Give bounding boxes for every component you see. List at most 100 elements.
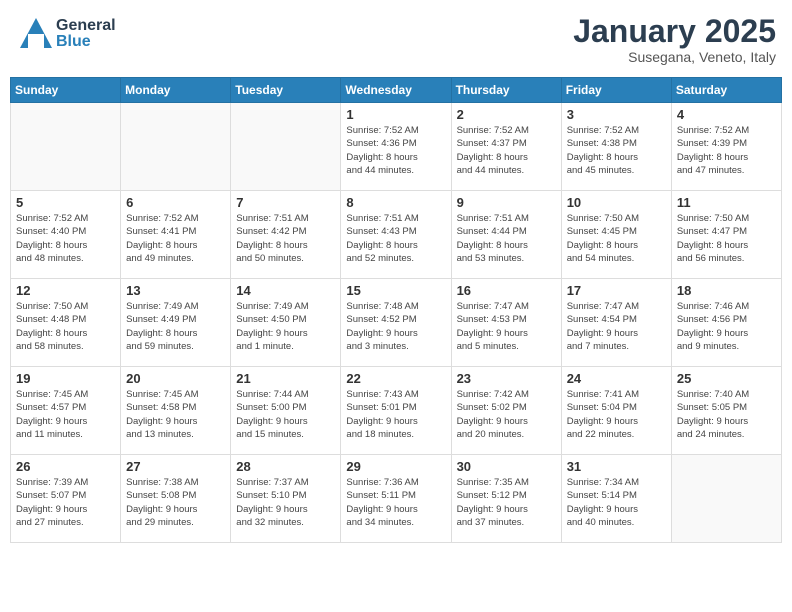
calendar-cell bbox=[231, 103, 341, 191]
day-number: 22 bbox=[346, 371, 445, 386]
calendar-cell: 21 Sunrise: 7:44 AM Sunset: 5:00 PM Dayli… bbox=[231, 367, 341, 455]
calendar-cell: 24Sunrise: 7:41 AM Sunset: 5:04 PM Dayli… bbox=[561, 367, 671, 455]
calendar-cell: 4 Sunrise: 7:52 AM Sunset: 4:39 PM Daylig… bbox=[671, 103, 781, 191]
calendar-cell: 11 Sunrise: 7:50 AM Sunset: 4:47 PM Dayli… bbox=[671, 191, 781, 279]
day-info: Sunrise: 7:51 AM Sunset: 4:44 PM Dayligh… bbox=[457, 212, 556, 265]
day-info: Sunrise: 7:42 AM Sunset: 5:02 PM Dayligh… bbox=[457, 388, 556, 441]
day-number: 17 bbox=[567, 283, 666, 298]
calendar-cell: 17 Sunrise: 7:47 AM Sunset: 4:54 PM Dayli… bbox=[561, 279, 671, 367]
weekday-header-monday: Monday bbox=[121, 78, 231, 103]
day-number: 6 bbox=[126, 195, 225, 210]
day-info: Sunrise: 7:51 AM Sunset: 4:43 PM Dayligh… bbox=[346, 212, 445, 265]
weekday-header-saturday: Saturday bbox=[671, 78, 781, 103]
calendar-cell: 3 Sunrise: 7:52 AM Sunset: 4:38 PM Daylig… bbox=[561, 103, 671, 191]
day-number: 3 bbox=[567, 107, 666, 122]
day-info: Sunrise: 7:45 AM Sunset: 4:58 PM Dayligh… bbox=[126, 388, 225, 441]
day-info: Sunrise: 7:51 AM Sunset: 4:42 PM Dayligh… bbox=[236, 212, 335, 265]
logo-general: General bbox=[56, 18, 116, 34]
weekday-header-tuesday: Tuesday bbox=[231, 78, 341, 103]
day-info: Sunrise: 7:40 AM Sunset: 5:05 PM Dayligh… bbox=[677, 388, 776, 441]
day-info: Sunrise: 7:47 AM Sunset: 4:54 PM Dayligh… bbox=[567, 300, 666, 353]
day-info: Sunrise: 7:48 AM Sunset: 4:52 PM Dayligh… bbox=[346, 300, 445, 353]
calendar-cell: 8Sunrise: 7:51 AM Sunset: 4:43 PM Daylig… bbox=[341, 191, 451, 279]
location: Susegana, Veneto, Italy bbox=[573, 49, 776, 65]
day-number: 4 bbox=[677, 107, 776, 122]
day-number: 7 bbox=[236, 195, 335, 210]
week-row-1: 1 Sunrise: 7:52 AM Sunset: 4:36 PM Daylig… bbox=[11, 103, 782, 191]
day-number: 15 bbox=[346, 283, 445, 298]
weekday-header-row: SundayMondayTuesdayWednesdayThursdayFrid… bbox=[11, 78, 782, 103]
day-number: 24 bbox=[567, 371, 666, 386]
calendar-cell: 12 Sunrise: 7:50 AM Sunset: 4:48 PM Dayli… bbox=[11, 279, 121, 367]
logo-text: General Blue bbox=[56, 18, 116, 50]
calendar-cell: 22 Sunrise: 7:43 AM Sunset: 5:01 PM Dayli… bbox=[341, 367, 451, 455]
day-info: Sunrise: 7:37 AM Sunset: 5:10 PM Dayligh… bbox=[236, 476, 335, 529]
day-info: Sunrise: 7:45 AM Sunset: 4:57 PM Dayligh… bbox=[16, 388, 115, 441]
day-info: Sunrise: 7:35 AM Sunset: 5:12 PM Dayligh… bbox=[457, 476, 556, 529]
day-number: 11 bbox=[677, 195, 776, 210]
day-info: Sunrise: 7:44 AM Sunset: 5:00 PM Dayligh… bbox=[236, 388, 335, 441]
calendar-cell: 2Sunrise: 7:52 AM Sunset: 4:37 PM Daylig… bbox=[451, 103, 561, 191]
logo: General Blue bbox=[16, 14, 116, 54]
page-header: General Blue January 2025 Susegana, Vene… bbox=[10, 10, 782, 69]
calendar-cell: 23 Sunrise: 7:42 AM Sunset: 5:02 PM Dayli… bbox=[451, 367, 561, 455]
calendar-cell: 28 Sunrise: 7:37 AM Sunset: 5:10 PM Dayli… bbox=[231, 455, 341, 543]
day-number: 20 bbox=[126, 371, 225, 386]
weekday-header-thursday: Thursday bbox=[451, 78, 561, 103]
calendar-table: SundayMondayTuesdayWednesdayThursdayFrid… bbox=[10, 77, 782, 543]
day-number: 25 bbox=[677, 371, 776, 386]
day-number: 31 bbox=[567, 459, 666, 474]
calendar-cell: 26 Sunrise: 7:39 AM Sunset: 5:07 PM Dayli… bbox=[11, 455, 121, 543]
calendar-cell: 1 Sunrise: 7:52 AM Sunset: 4:36 PM Daylig… bbox=[341, 103, 451, 191]
day-number: 9 bbox=[457, 195, 556, 210]
day-info: Sunrise: 7:36 AM Sunset: 5:11 PM Dayligh… bbox=[346, 476, 445, 529]
calendar-cell: 7 Sunrise: 7:51 AM Sunset: 4:42 PM Daylig… bbox=[231, 191, 341, 279]
day-info: Sunrise: 7:39 AM Sunset: 5:07 PM Dayligh… bbox=[16, 476, 115, 529]
day-info: Sunrise: 7:52 AM Sunset: 4:41 PM Dayligh… bbox=[126, 212, 225, 265]
calendar-cell: 18 Sunrise: 7:46 AM Sunset: 4:56 PM Dayli… bbox=[671, 279, 781, 367]
calendar-cell: 5Sunrise: 7:52 AM Sunset: 4:40 PM Daylig… bbox=[11, 191, 121, 279]
week-row-3: 12 Sunrise: 7:50 AM Sunset: 4:48 PM Dayli… bbox=[11, 279, 782, 367]
day-info: Sunrise: 7:49 AM Sunset: 4:50 PM Dayligh… bbox=[236, 300, 335, 353]
day-number: 19 bbox=[16, 371, 115, 386]
day-number: 21 bbox=[236, 371, 335, 386]
title-area: January 2025 Susegana, Veneto, Italy bbox=[573, 14, 776, 65]
calendar-cell bbox=[11, 103, 121, 191]
day-info: Sunrise: 7:52 AM Sunset: 4:40 PM Dayligh… bbox=[16, 212, 115, 265]
calendar-cell: 30Sunrise: 7:35 AM Sunset: 5:12 PM Dayli… bbox=[451, 455, 561, 543]
day-info: Sunrise: 7:46 AM Sunset: 4:56 PM Dayligh… bbox=[677, 300, 776, 353]
logo-icon bbox=[16, 14, 56, 54]
day-info: Sunrise: 7:52 AM Sunset: 4:36 PM Dayligh… bbox=[346, 124, 445, 177]
calendar-cell: 19 Sunrise: 7:45 AM Sunset: 4:57 PM Dayli… bbox=[11, 367, 121, 455]
calendar-cell bbox=[121, 103, 231, 191]
day-info: Sunrise: 7:50 AM Sunset: 4:47 PM Dayligh… bbox=[677, 212, 776, 265]
day-info: Sunrise: 7:43 AM Sunset: 5:01 PM Dayligh… bbox=[346, 388, 445, 441]
calendar-cell: 16Sunrise: 7:47 AM Sunset: 4:53 PM Dayli… bbox=[451, 279, 561, 367]
day-number: 10 bbox=[567, 195, 666, 210]
day-info: Sunrise: 7:52 AM Sunset: 4:38 PM Dayligh… bbox=[567, 124, 666, 177]
day-number: 23 bbox=[457, 371, 556, 386]
calendar-cell: 13Sunrise: 7:49 AM Sunset: 4:49 PM Dayli… bbox=[121, 279, 231, 367]
calendar-cell bbox=[671, 455, 781, 543]
day-number: 18 bbox=[677, 283, 776, 298]
day-info: Sunrise: 7:52 AM Sunset: 4:39 PM Dayligh… bbox=[677, 124, 776, 177]
calendar-cell: 27Sunrise: 7:38 AM Sunset: 5:08 PM Dayli… bbox=[121, 455, 231, 543]
day-info: Sunrise: 7:50 AM Sunset: 4:48 PM Dayligh… bbox=[16, 300, 115, 353]
day-info: Sunrise: 7:34 AM Sunset: 5:14 PM Dayligh… bbox=[567, 476, 666, 529]
week-row-2: 5Sunrise: 7:52 AM Sunset: 4:40 PM Daylig… bbox=[11, 191, 782, 279]
calendar-cell: 20 Sunrise: 7:45 AM Sunset: 4:58 PM Dayli… bbox=[121, 367, 231, 455]
day-number: 1 bbox=[346, 107, 445, 122]
week-row-4: 19 Sunrise: 7:45 AM Sunset: 4:57 PM Dayli… bbox=[11, 367, 782, 455]
day-number: 12 bbox=[16, 283, 115, 298]
weekday-header-friday: Friday bbox=[561, 78, 671, 103]
day-info: Sunrise: 7:49 AM Sunset: 4:49 PM Dayligh… bbox=[126, 300, 225, 353]
calendar-cell: 10Sunrise: 7:50 AM Sunset: 4:45 PM Dayli… bbox=[561, 191, 671, 279]
day-number: 26 bbox=[16, 459, 115, 474]
logo-blue: Blue bbox=[56, 34, 116, 50]
week-row-5: 26 Sunrise: 7:39 AM Sunset: 5:07 PM Dayli… bbox=[11, 455, 782, 543]
calendar-cell: 31 Sunrise: 7:34 AM Sunset: 5:14 PM Dayli… bbox=[561, 455, 671, 543]
day-number: 16 bbox=[457, 283, 556, 298]
weekday-header-sunday: Sunday bbox=[11, 78, 121, 103]
day-number: 28 bbox=[236, 459, 335, 474]
calendar-cell: 14Sunrise: 7:49 AM Sunset: 4:50 PM Dayli… bbox=[231, 279, 341, 367]
